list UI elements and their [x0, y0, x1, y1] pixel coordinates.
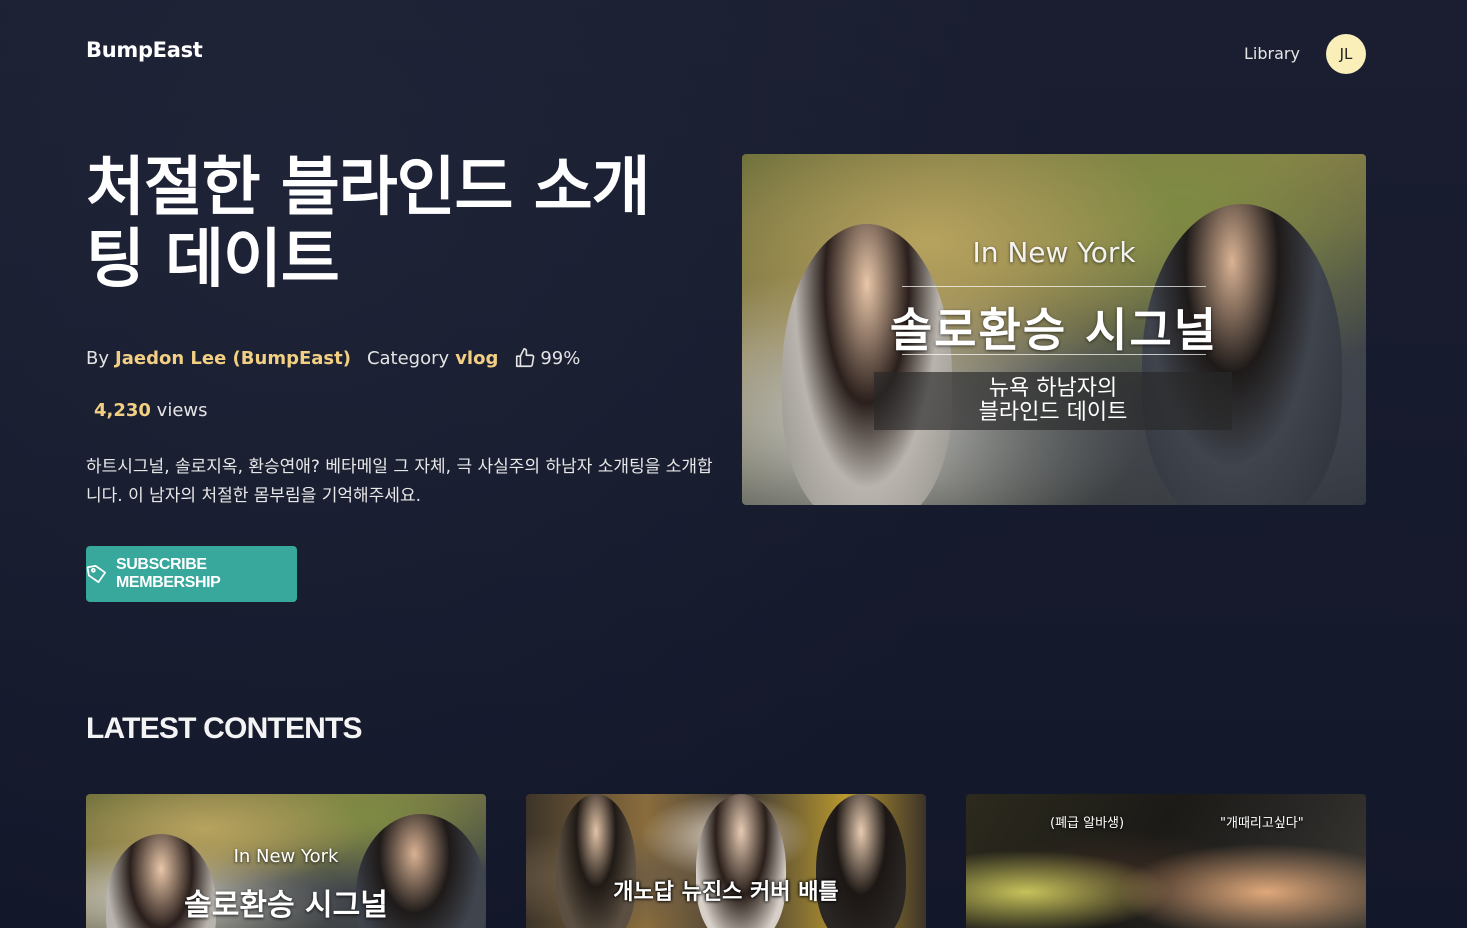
card-caption-right: "개때리고싶다"	[1220, 816, 1304, 831]
card-person	[556, 794, 636, 928]
logo[interactable]: BumpEast	[86, 38, 203, 62]
thumbnail-subtitle-line-1: 뉴욕 하남자의	[988, 376, 1118, 401]
content-card[interactable]: 개노답 뉴진스 커버 배틀	[526, 794, 926, 928]
thumbnail-subtitle-line-2: 블라인드 데이트	[978, 400, 1128, 425]
nav-library-link[interactable]: Library	[1244, 44, 1300, 63]
like-percent: 99%	[540, 347, 581, 369]
card-caption-main: 솔로환승 시그널	[184, 888, 388, 923]
card-person	[696, 794, 786, 928]
card-person	[816, 794, 906, 928]
thumbnail-city-text: In New York	[972, 236, 1136, 269]
subscribe-label: SUBSCRIBE MEMBERSHIP	[116, 556, 221, 591]
views-label: views	[156, 400, 208, 421]
thumbnail-divider	[902, 354, 1206, 355]
content-card[interactable]: (폐급 알바생) "개때리고싶다"	[966, 794, 1366, 928]
category-label: Category	[366, 347, 450, 369]
tag-icon	[86, 563, 108, 585]
video-meta: By Jaedon Lee (BumpEast) Category vlog 9…	[86, 347, 580, 369]
thumbnail-title-text: 솔로환승 시그널	[889, 303, 1219, 357]
card-caption-left: (폐급 알바생)	[1050, 816, 1125, 831]
thumbnail-subtitle-box: 뉴욕 하남자의 블라인드 데이트	[874, 372, 1232, 430]
page-title: 처절한 블라인드 소개팅 데이트	[86, 151, 650, 297]
avatar[interactable]: JL	[1326, 34, 1366, 74]
thumbnail-divider	[902, 286, 1206, 287]
featured-video-thumbnail[interactable]: In New York 솔로환승 시그널 뉴욕 하남자의 블라인드 데이트	[742, 154, 1366, 505]
views-number: 4,230	[94, 400, 151, 421]
thumbs-up-icon[interactable]	[514, 347, 536, 369]
subscribe-button[interactable]: SUBSCRIBE MEMBERSHIP	[86, 546, 297, 602]
views-count: 4,230 views	[94, 400, 208, 421]
category-link[interactable]: vlog	[455, 348, 498, 369]
content-card[interactable]: In New York 솔로환승 시그널	[86, 794, 486, 928]
card-caption-top: In New York	[233, 846, 339, 867]
latest-contents-title: LATEST CONTENTS	[86, 712, 363, 745]
video-description: 하트시그널, 솔로지옥, 환승연애? 베타메일 그 자체, 극 사실주의 하남자…	[86, 457, 713, 506]
card-caption-main: 개노답 뉴진스 커버 배틀	[613, 880, 839, 905]
page: BumpEast Library JL 처절한 블라인드 소개팅 데이트 By …	[0, 0, 1467, 928]
by-label: By	[86, 347, 110, 369]
author-link[interactable]: Jaedon Lee (BumpEast)	[115, 348, 351, 369]
